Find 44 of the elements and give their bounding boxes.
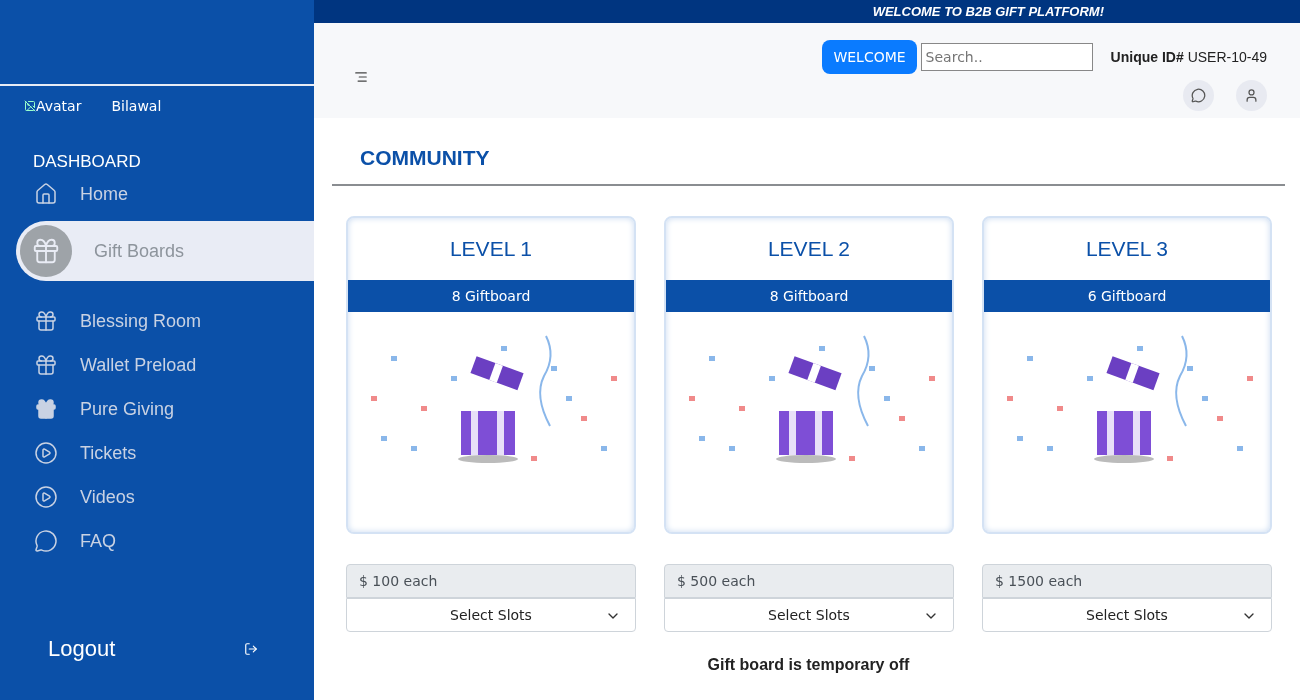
nav-item[interactable]: Tickets [0, 431, 314, 475]
gift-icon [34, 309, 58, 333]
user-name: Bilawal [111, 98, 162, 114]
section-heading: DASHBOARD [33, 152, 142, 172]
chat-button[interactable] [1183, 80, 1214, 111]
avatar-broken-image: Avatar [24, 98, 82, 114]
nav-item[interactable]: Home [0, 172, 314, 216]
search-field[interactable]: Search.. [920, 43, 1093, 71]
welcome-button[interactable]: WELCOME [822, 40, 917, 74]
gift-icon [31, 236, 61, 266]
level-title: LEVEL 2 [766, 236, 852, 262]
nav-item[interactable]: FAQ [0, 519, 314, 563]
giftboard-count: 6 Giftboard [984, 280, 1270, 312]
price-field: $ 500 each [664, 564, 954, 598]
gift-icon [34, 397, 58, 421]
unique-id: Unique ID# USER-10-49 [1110, 49, 1267, 65]
slots-select[interactable]: Select Slots [982, 598, 1272, 632]
giftboard-count: 8 Giftboard [348, 280, 634, 312]
user-icon [1244, 88, 1259, 103]
menu-icon[interactable] [354, 70, 368, 84]
level-title: LEVEL 1 [448, 236, 534, 262]
level-title: LEVEL 3 [1084, 236, 1170, 262]
play-icon [34, 485, 58, 509]
price-field: $ 100 each [346, 564, 636, 598]
nav-item[interactable]: Pure Giving [0, 387, 314, 431]
giftboard-count: 8 Giftboard [666, 280, 952, 312]
slots-select[interactable]: Select Slots [346, 598, 636, 632]
logout-link[interactable]: Logout [48, 636, 116, 662]
nav-item[interactable]: Blessing Room [0, 299, 314, 343]
nav-item[interactable]: Videos [0, 475, 314, 519]
welcome-banner: WELCOME TO B2B GIFT PLATFORM! [314, 0, 1300, 23]
gift-icon [34, 353, 58, 377]
page-title: COMMUNITY [332, 118, 1285, 186]
price-field: $ 1500 each [982, 564, 1272, 598]
chat-icon [1191, 88, 1206, 103]
chat-icon [34, 529, 58, 553]
slots-select[interactable]: Select Slots [664, 598, 954, 632]
home-icon [34, 182, 58, 206]
logout-icon[interactable] [244, 642, 258, 656]
profile-button[interactable] [1236, 80, 1267, 111]
nav-item[interactable]: Gift Boards [16, 221, 314, 281]
nav-item[interactable]: Wallet Preload [0, 343, 314, 387]
notice-text: Gift board is temporary off [706, 656, 911, 674]
play-icon [34, 441, 58, 465]
